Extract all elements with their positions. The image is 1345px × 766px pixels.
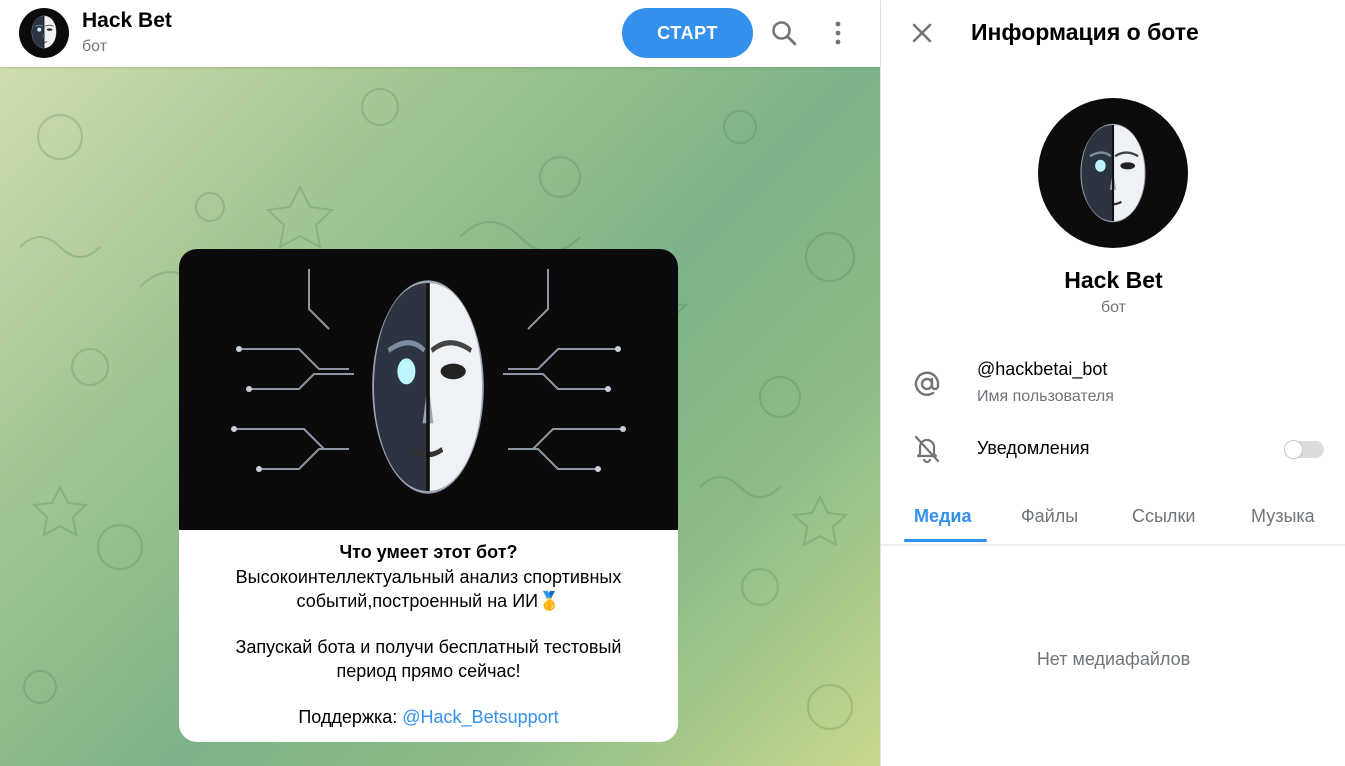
chat-title[interactable]: Hack Bet (82, 9, 172, 33)
bot-profile-avatar[interactable] (1038, 98, 1188, 248)
username-label: Имя пользователя (977, 388, 1114, 405)
description-line: период прямо сейчас! (336, 661, 521, 681)
at-sign-icon (911, 368, 943, 400)
tab-music[interactable]: Музыка (1251, 506, 1315, 527)
empty-media-text: Нет медиафайлов (1036, 649, 1191, 669)
notifications-toggle[interactable] (1284, 440, 1324, 459)
bot-description-bubble: Что умеет этот бот? Высокоинтеллектуальн… (179, 249, 678, 742)
chat-header: Hack Bet бот СТАРТ (0, 0, 880, 67)
more-vertical-icon[interactable] (823, 18, 853, 48)
search-icon[interactable] (769, 18, 799, 48)
bot-name: Hack Bet (1064, 267, 1163, 293)
media-tabs: Медиа Файлы Ссылки Музыка (881, 494, 1345, 546)
bot-info-panel: Информация о боте Hack Bet бот @hackbeta… (880, 0, 1345, 766)
chat-wallpaper: Что умеет этот бот? Высокоинтеллектуальн… (0, 67, 880, 766)
description-heading: Что умеет этот бот? (339, 542, 518, 562)
panel-title: Информация о боте (971, 19, 1199, 45)
username-value[interactable]: @hackbetai_bot (977, 359, 1107, 380)
tab-media[interactable]: Медиа (914, 506, 972, 527)
support-line: Поддержка: @Hack_Betsupport (179, 705, 678, 729)
support-link[interactable]: @Hack_Betsupport (402, 707, 558, 727)
chat-column: Hack Bet бот СТАРТ Что умеет этот бот? В… (0, 0, 880, 766)
tab-links[interactable]: Ссылки (1132, 506, 1195, 527)
description-line: Высокоинтеллектуальный анализ спортивных (235, 567, 622, 587)
chat-subtitle: бот (82, 38, 108, 55)
description-line: Запускай бота и получи бесплатный тестов… (235, 637, 622, 657)
support-prefix: Поддержка: (298, 707, 403, 727)
start-button[interactable]: СТАРТ (622, 8, 753, 58)
description-line: событий,построенный на ИИ🥇 (296, 591, 561, 611)
bot-description-text: Что умеет этот бот? Высокоинтеллектуальн… (179, 540, 678, 729)
bot-type: бот (1100, 299, 1127, 316)
bot-avatar[interactable] (19, 8, 69, 58)
bell-off-icon (911, 433, 943, 465)
close-icon[interactable] (909, 20, 935, 46)
notifications-label: Уведомления (977, 438, 1090, 458)
tab-files[interactable]: Файлы (1021, 506, 1078, 527)
bot-cover-image (179, 249, 678, 530)
active-tab-indicator (904, 539, 987, 542)
toggle-knob (1284, 440, 1303, 459)
